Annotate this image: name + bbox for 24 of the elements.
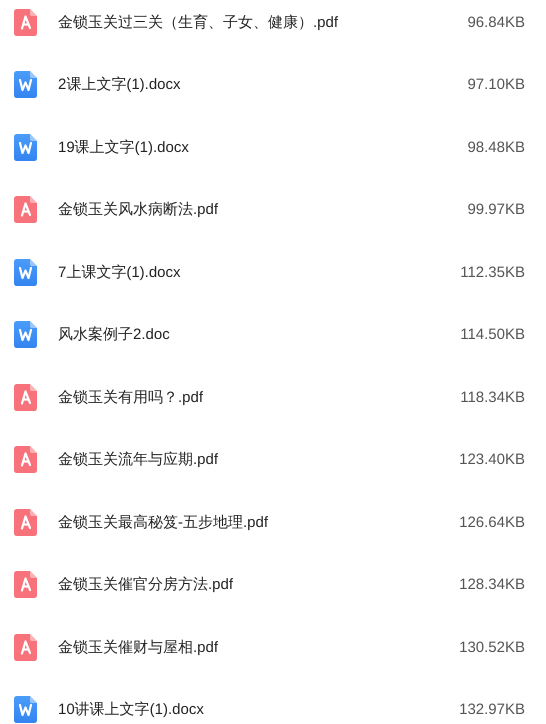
file-size: 97.10KB (467, 76, 525, 94)
file-name[interactable]: 金锁玉关最高秘笈-五步地理.pdf (58, 512, 460, 532)
file-size: 130.52KB (459, 638, 525, 656)
file-name[interactable]: 19课上文字(1).docx (58, 138, 468, 157)
file-size: 128.34KB (459, 576, 525, 594)
file-name[interactable]: 10讲课上文字(1).docx (58, 700, 460, 720)
file-size: 118.34KB (460, 388, 525, 406)
file-name[interactable]: 金锁玉关催财与屋相.pdf (58, 638, 460, 657)
file-name[interactable]: 金锁玉关过三关（生育、子女、健康）.pdf (58, 12, 468, 32)
file-size: 126.64KB (459, 514, 525, 531)
file-size: 132.97KB (459, 701, 525, 718)
file-size: 99.97KB (467, 201, 525, 218)
file-size: 114.50KB (460, 326, 525, 344)
file-name[interactable]: 金锁玉关有用吗？.pdf (58, 388, 460, 407)
file-name[interactable]: 金锁玉关风水病断法.pdf (58, 200, 468, 220)
file-name[interactable]: 2课上文字(1).docx (58, 75, 468, 94)
file-size: 96.84KB (467, 14, 525, 31)
file-name[interactable]: 金锁玉关催官分房方法.pdf (58, 575, 460, 594)
file-name[interactable]: 风水案例子2.doc (58, 325, 460, 344)
file-name[interactable]: 金锁玉关流年与应期.pdf (58, 450, 460, 470)
file-size: 98.48KB (467, 138, 525, 156)
file-size: 123.40KB (459, 451, 525, 468)
file-name[interactable]: 7上课文字(1).docx (58, 262, 460, 282)
file-size: 112.35KB (460, 264, 525, 281)
